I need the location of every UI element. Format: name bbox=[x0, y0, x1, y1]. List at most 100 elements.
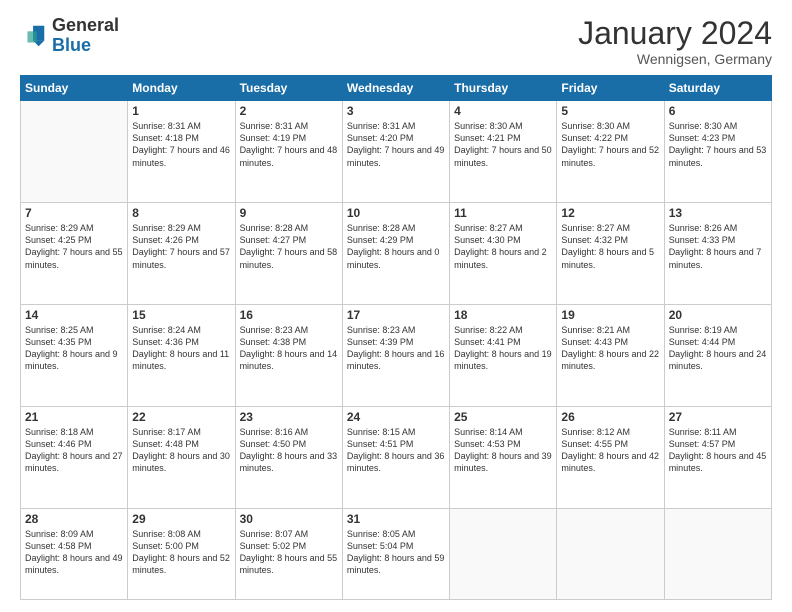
calendar-cell bbox=[450, 508, 557, 599]
day-number: 13 bbox=[669, 206, 767, 220]
day-number: 25 bbox=[454, 410, 552, 424]
calendar-table: Sunday Monday Tuesday Wednesday Thursday… bbox=[20, 75, 772, 600]
calendar-cell bbox=[21, 101, 128, 203]
calendar-cell: 14 Sunrise: 8:25 AM Sunset: 4:35 PM Dayl… bbox=[21, 305, 128, 407]
sunset: Sunset: 4:19 PM bbox=[240, 133, 307, 143]
sunrise: Sunrise: 8:30 AM bbox=[454, 121, 523, 131]
day-info: Sunrise: 8:15 AM Sunset: 4:51 PM Dayligh… bbox=[347, 426, 445, 475]
calendar-cell bbox=[557, 508, 664, 599]
day-info: Sunrise: 8:30 AM Sunset: 4:23 PM Dayligh… bbox=[669, 120, 767, 169]
sunrise: Sunrise: 8:09 AM bbox=[25, 529, 94, 539]
sunset: Sunset: 4:48 PM bbox=[132, 439, 199, 449]
sunrise: Sunrise: 8:30 AM bbox=[561, 121, 630, 131]
day-number: 21 bbox=[25, 410, 123, 424]
day-info: Sunrise: 8:23 AM Sunset: 4:39 PM Dayligh… bbox=[347, 324, 445, 373]
sunset: Sunset: 4:35 PM bbox=[25, 337, 92, 347]
day-info: Sunrise: 8:27 AM Sunset: 4:32 PM Dayligh… bbox=[561, 222, 659, 271]
day-info: Sunrise: 8:30 AM Sunset: 4:21 PM Dayligh… bbox=[454, 120, 552, 169]
daylight: Daylight: 8 hours and 19 minutes. bbox=[454, 349, 552, 371]
day-number: 2 bbox=[240, 104, 338, 118]
sunset: Sunset: 4:44 PM bbox=[669, 337, 736, 347]
day-info: Sunrise: 8:12 AM Sunset: 4:55 PM Dayligh… bbox=[561, 426, 659, 475]
sunrise: Sunrise: 8:14 AM bbox=[454, 427, 523, 437]
sunrise: Sunrise: 8:23 AM bbox=[240, 325, 309, 335]
sunrise: Sunrise: 8:17 AM bbox=[132, 427, 201, 437]
sunset: Sunset: 4:26 PM bbox=[132, 235, 199, 245]
day-info: Sunrise: 8:24 AM Sunset: 4:36 PM Dayligh… bbox=[132, 324, 230, 373]
calendar-cell: 17 Sunrise: 8:23 AM Sunset: 4:39 PM Dayl… bbox=[342, 305, 449, 407]
sunset: Sunset: 4:57 PM bbox=[669, 439, 736, 449]
day-info: Sunrise: 8:28 AM Sunset: 4:27 PM Dayligh… bbox=[240, 222, 338, 271]
month-title: January 2024 bbox=[578, 16, 772, 51]
calendar-cell: 25 Sunrise: 8:14 AM Sunset: 4:53 PM Dayl… bbox=[450, 406, 557, 508]
day-number: 20 bbox=[669, 308, 767, 322]
sunset: Sunset: 5:04 PM bbox=[347, 541, 414, 551]
calendar-cell: 2 Sunrise: 8:31 AM Sunset: 4:19 PM Dayli… bbox=[235, 101, 342, 203]
calendar-cell bbox=[664, 508, 771, 599]
sunrise: Sunrise: 8:31 AM bbox=[240, 121, 309, 131]
week-row-4: 21 Sunrise: 8:18 AM Sunset: 4:46 PM Dayl… bbox=[21, 406, 772, 508]
day-info: Sunrise: 8:14 AM Sunset: 4:53 PM Dayligh… bbox=[454, 426, 552, 475]
daylight: Daylight: 7 hours and 49 minutes. bbox=[347, 145, 445, 167]
day-info: Sunrise: 8:28 AM Sunset: 4:29 PM Dayligh… bbox=[347, 222, 445, 271]
sunset: Sunset: 5:00 PM bbox=[132, 541, 199, 551]
sunset: Sunset: 4:18 PM bbox=[132, 133, 199, 143]
daylight: Daylight: 7 hours and 53 minutes. bbox=[669, 145, 767, 167]
sunset: Sunset: 4:39 PM bbox=[347, 337, 414, 347]
daylight: Daylight: 8 hours and 39 minutes. bbox=[454, 451, 552, 473]
day-number: 3 bbox=[347, 104, 445, 118]
daylight: Daylight: 8 hours and 2 minutes. bbox=[454, 247, 547, 269]
week-row-1: 1 Sunrise: 8:31 AM Sunset: 4:18 PM Dayli… bbox=[21, 101, 772, 203]
day-number: 26 bbox=[561, 410, 659, 424]
calendar-cell: 8 Sunrise: 8:29 AM Sunset: 4:26 PM Dayli… bbox=[128, 203, 235, 305]
daylight: Daylight: 7 hours and 55 minutes. bbox=[25, 247, 123, 269]
day-number: 23 bbox=[240, 410, 338, 424]
day-info: Sunrise: 8:16 AM Sunset: 4:50 PM Dayligh… bbox=[240, 426, 338, 475]
week-row-5: 28 Sunrise: 8:09 AM Sunset: 4:58 PM Dayl… bbox=[21, 508, 772, 599]
day-number: 19 bbox=[561, 308, 659, 322]
sunrise: Sunrise: 8:31 AM bbox=[132, 121, 201, 131]
header-wednesday: Wednesday bbox=[342, 76, 449, 101]
sunset: Sunset: 4:32 PM bbox=[561, 235, 628, 245]
sunrise: Sunrise: 8:23 AM bbox=[347, 325, 416, 335]
calendar-cell: 29 Sunrise: 8:08 AM Sunset: 5:00 PM Dayl… bbox=[128, 508, 235, 599]
sunrise: Sunrise: 8:31 AM bbox=[347, 121, 416, 131]
day-number: 22 bbox=[132, 410, 230, 424]
daylight: Daylight: 8 hours and 33 minutes. bbox=[240, 451, 338, 473]
sunset: Sunset: 4:58 PM bbox=[25, 541, 92, 551]
daylight: Daylight: 7 hours and 50 minutes. bbox=[454, 145, 552, 167]
day-number: 10 bbox=[347, 206, 445, 220]
calendar-cell: 10 Sunrise: 8:28 AM Sunset: 4:29 PM Dayl… bbox=[342, 203, 449, 305]
calendar-cell: 18 Sunrise: 8:22 AM Sunset: 4:41 PM Dayl… bbox=[450, 305, 557, 407]
day-info: Sunrise: 8:08 AM Sunset: 5:00 PM Dayligh… bbox=[132, 528, 230, 577]
day-info: Sunrise: 8:07 AM Sunset: 5:02 PM Dayligh… bbox=[240, 528, 338, 577]
header-tuesday: Tuesday bbox=[235, 76, 342, 101]
sunrise: Sunrise: 8:29 AM bbox=[132, 223, 201, 233]
daylight: Daylight: 8 hours and 16 minutes. bbox=[347, 349, 445, 371]
calendar-cell: 28 Sunrise: 8:09 AM Sunset: 4:58 PM Dayl… bbox=[21, 508, 128, 599]
day-number: 28 bbox=[25, 512, 123, 526]
daylight: Daylight: 7 hours and 57 minutes. bbox=[132, 247, 230, 269]
sunset: Sunset: 4:21 PM bbox=[454, 133, 521, 143]
daylight: Daylight: 8 hours and 36 minutes. bbox=[347, 451, 445, 473]
day-number: 17 bbox=[347, 308, 445, 322]
header-sunday: Sunday bbox=[21, 76, 128, 101]
sunset: Sunset: 4:27 PM bbox=[240, 235, 307, 245]
day-info: Sunrise: 8:25 AM Sunset: 4:35 PM Dayligh… bbox=[25, 324, 123, 373]
day-number: 30 bbox=[240, 512, 338, 526]
day-number: 8 bbox=[132, 206, 230, 220]
sunrise: Sunrise: 8:28 AM bbox=[347, 223, 416, 233]
day-info: Sunrise: 8:31 AM Sunset: 4:18 PM Dayligh… bbox=[132, 120, 230, 169]
calendar-cell: 3 Sunrise: 8:31 AM Sunset: 4:20 PM Dayli… bbox=[342, 101, 449, 203]
sunrise: Sunrise: 8:30 AM bbox=[669, 121, 738, 131]
sunset: Sunset: 4:23 PM bbox=[669, 133, 736, 143]
logo-icon bbox=[20, 22, 48, 50]
day-info: Sunrise: 8:17 AM Sunset: 4:48 PM Dayligh… bbox=[132, 426, 230, 475]
sunset: Sunset: 4:43 PM bbox=[561, 337, 628, 347]
sunset: Sunset: 4:55 PM bbox=[561, 439, 628, 449]
daylight: Daylight: 7 hours and 46 minutes. bbox=[132, 145, 230, 167]
daylight: Daylight: 8 hours and 14 minutes. bbox=[240, 349, 338, 371]
daylight: Daylight: 8 hours and 30 minutes. bbox=[132, 451, 230, 473]
day-info: Sunrise: 8:11 AM Sunset: 4:57 PM Dayligh… bbox=[669, 426, 767, 475]
sunrise: Sunrise: 8:24 AM bbox=[132, 325, 201, 335]
